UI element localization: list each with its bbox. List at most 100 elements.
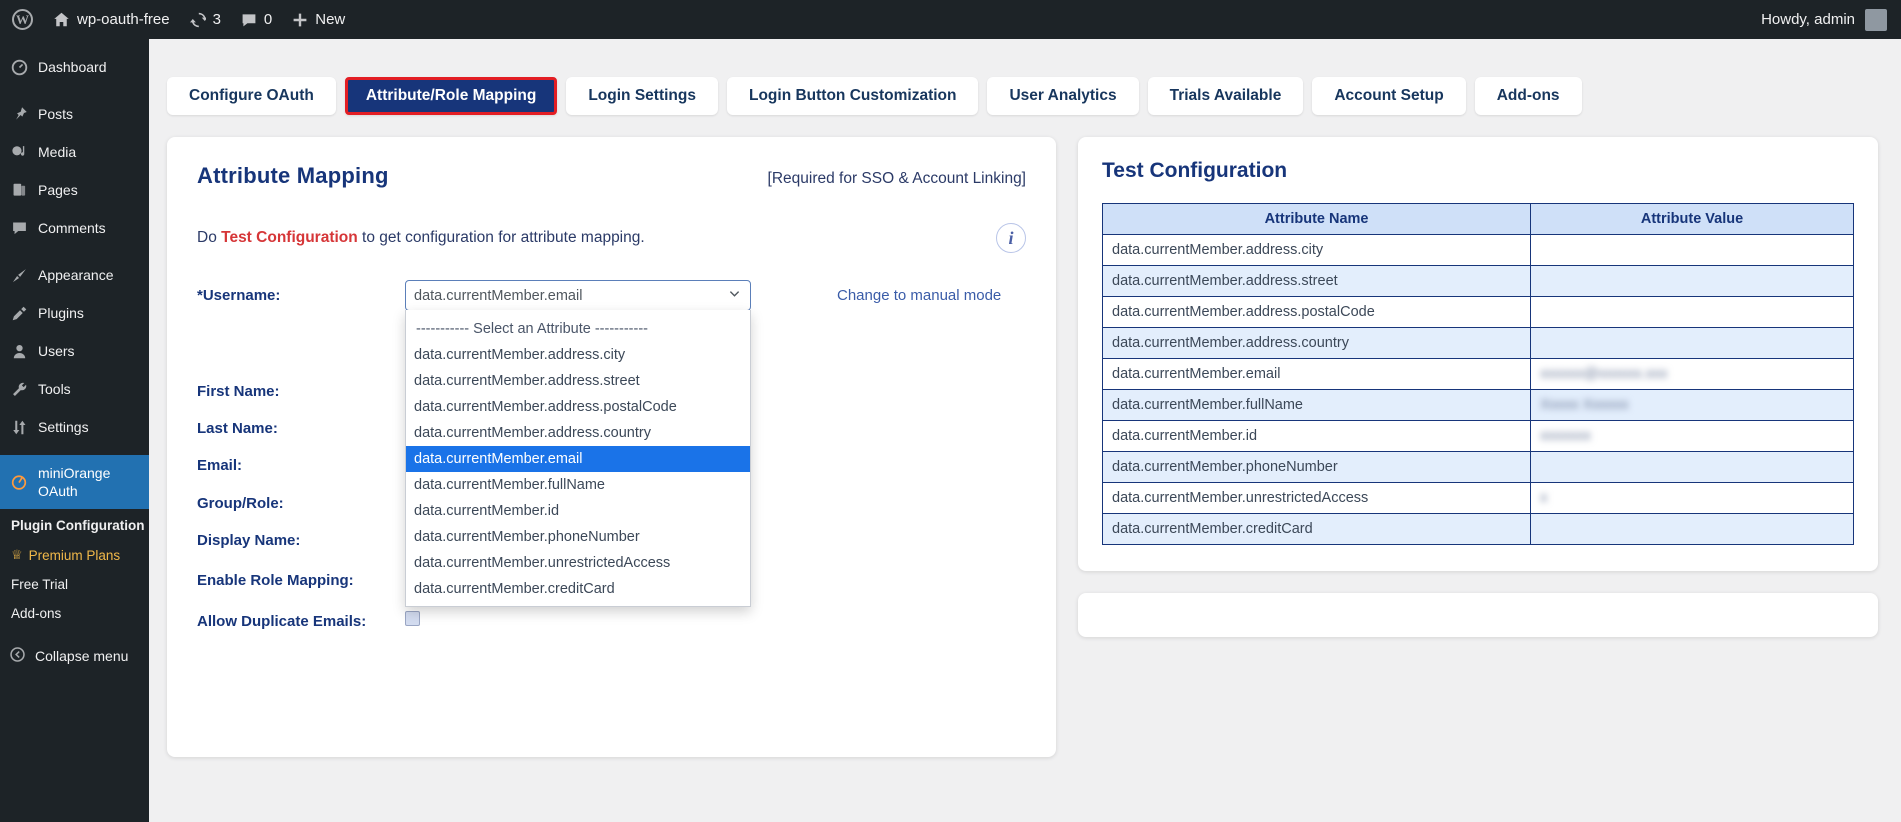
sidebar-item-settings[interactable]: Settings <box>0 408 149 446</box>
dropdown-option-placeholder[interactable]: ----------- Select an Attribute --------… <box>406 316 750 342</box>
dropdown-option[interactable]: data.currentMember.address.postalCode <box>406 394 750 420</box>
test-configuration-link[interactable]: Test Configuration <box>221 229 358 246</box>
sidebar-item-plugins[interactable]: Plugins <box>0 294 149 332</box>
username-select[interactable]: data.currentMember.email <box>405 280 751 311</box>
allow-duplicate-emails-checkbox[interactable] <box>405 611 420 626</box>
attribute-name-cell: data.currentMember.creditCard <box>1101 513 1532 545</box>
menu-spacer-1 <box>0 86 149 95</box>
sidebar-item-media[interactable]: Media <box>0 133 149 171</box>
attribute-value-cell: x <box>1530 482 1854 514</box>
tab-add-ons[interactable]: Add-ons <box>1474 77 1582 115</box>
plug-icon <box>9 303 29 323</box>
sidebar-item-miniorange-oauth[interactable]: miniOrange OAuth <box>0 455 149 510</box>
comments-button[interactable]: 0 <box>231 0 282 39</box>
howdy-label[interactable]: Howdy, admin <box>1761 11 1855 28</box>
submenu-item-add-ons[interactable]: Add-ons <box>0 599 149 628</box>
first-name-label: First Name: <box>197 383 280 400</box>
avatar[interactable] <box>1865 8 1887 31</box>
attribute-name-cell: data.currentMember.address.street <box>1101 265 1532 297</box>
dropdown-option[interactable]: data.currentMember.address.country <box>406 420 750 446</box>
submenu-label: Add-ons <box>11 606 62 622</box>
tab-login-settings[interactable]: Login Settings <box>566 77 718 115</box>
table-row: data.currentMember.address.city <box>1101 234 1854 266</box>
dropdown-option-selected[interactable]: data.currentMember.email <box>406 446 750 472</box>
secondary-panel <box>1078 593 1878 637</box>
tab-configure-oauth[interactable]: Configure OAuth <box>167 77 336 115</box>
updates-icon <box>189 12 206 28</box>
dropdown-option[interactable]: data.currentMember.creditCard <box>406 576 750 602</box>
tab-login-button-customization[interactable]: Login Button Customization <box>726 77 979 115</box>
admin-sidebar: Dashboard Posts Media Pages Comments App… <box>0 39 149 822</box>
sidebar-label: Comments <box>38 219 106 236</box>
media-icon <box>9 142 29 162</box>
attribute-value-cell: Xxxxx Xxxxxx <box>1530 389 1854 421</box>
table-row: data.currentMember.fullName Xxxxx Xxxxxx <box>1101 389 1854 421</box>
dropdown-option[interactable]: data.currentMember.phoneNumber <box>406 524 750 550</box>
sliders-icon <box>9 417 29 437</box>
new-content-button[interactable]: New <box>282 0 355 39</box>
allow-duplicate-emails-field <box>405 611 751 631</box>
redacted-value: Xxxxx Xxxxxx <box>1540 397 1629 413</box>
page-scrollbar[interactable] <box>1892 39 1901 822</box>
sidebar-item-comments[interactable]: Comments <box>0 209 149 247</box>
tab-trials-available[interactable]: Trials Available <box>1147 77 1304 115</box>
attribute-value-cell <box>1530 296 1854 328</box>
chevron-down-icon <box>727 286 742 305</box>
test-configuration-table: Attribute Name Attribute Value data.curr… <box>1101 203 1854 545</box>
dropdown-option[interactable]: data.currentMember.address.street <box>406 368 750 394</box>
wp-admin-bar: W wp-oauth-free 3 0 New Howdy, admin <box>0 0 1901 39</box>
attribute-name-cell: data.currentMember.address.city <box>1101 234 1532 266</box>
sidebar-item-dashboard[interactable]: Dashboard <box>0 48 149 86</box>
tab-label: Add-ons <box>1496 87 1560 104</box>
sidebar-label: Appearance <box>38 266 114 283</box>
sidebar-label: Users <box>38 342 75 359</box>
submenu-item-free-trial[interactable]: Free Trial <box>0 570 149 599</box>
updates-button[interactable]: 3 <box>180 0 231 39</box>
change-to-manual-mode-link[interactable]: Change to manual mode <box>751 287 1001 304</box>
attribute-value-cell <box>1530 451 1854 483</box>
info-icon-label: i <box>1008 227 1014 248</box>
sidebar-label: Pages <box>38 181 78 198</box>
last-name-label: Last Name: <box>197 420 278 437</box>
dropdown-option[interactable]: data.currentMember.address.city <box>406 342 750 368</box>
redacted-value: xxxxxxx <box>1540 428 1591 444</box>
redacted-value: xxxxxx@xxxxxx.xxx <box>1540 366 1668 382</box>
submenu-item-plugin-configuration[interactable]: Plugin Configuration <box>0 511 149 540</box>
crown-icon: ♕ <box>11 547 23 563</box>
tab-attribute-role-mapping[interactable]: Attribute/Role Mapping <box>344 77 558 115</box>
info-icon[interactable]: i <box>996 223 1026 253</box>
pin-icon <box>9 104 29 124</box>
tab-user-analytics[interactable]: User Analytics <box>987 77 1139 115</box>
tab-label: Configure OAuth <box>189 87 314 104</box>
site-name-button[interactable]: wp-oauth-free <box>43 0 180 39</box>
allow-duplicate-emails-row: Allow Duplicate Emails: <box>197 611 1026 631</box>
attribute-value-cell <box>1530 327 1854 359</box>
test-configuration-title: Test Configuration <box>1102 159 1288 182</box>
attribute-value-cell <box>1530 513 1854 545</box>
miniorange-submenu: Plugin Configuration ♕ Premium Plans Fre… <box>0 509 149 637</box>
dropdown-option[interactable]: data.currentMember.fullName <box>406 472 750 498</box>
tab-label: Attribute/Role Mapping <box>365 87 537 104</box>
sidebar-item-pages[interactable]: Pages <box>0 171 149 209</box>
sidebar-item-appearance[interactable]: Appearance <box>0 256 149 294</box>
main-content: Configure OAuth Attribute/Role Mapping L… <box>149 39 1901 822</box>
sidebar-item-posts[interactable]: Posts <box>0 95 149 133</box>
sidebar-item-users[interactable]: Users <box>0 332 149 370</box>
dashboard-icon <box>9 57 29 77</box>
collapse-menu-button[interactable]: Collapse menu <box>0 636 149 676</box>
group-role-label: Group/Role: <box>197 495 284 512</box>
attribute-name-cell: data.currentMember.address.postalCode <box>1101 296 1532 328</box>
column-header-attribute-value: Attribute Value <box>1530 203 1854 235</box>
dropdown-option[interactable]: data.currentMember.unrestrictedAccess <box>406 550 750 576</box>
tab-account-setup[interactable]: Account Setup <box>1312 77 1466 115</box>
wrench-icon <box>9 379 29 399</box>
wordpress-logo-button[interactable]: W <box>0 0 43 39</box>
instruction-suffix: to get configuration for attribute mappi… <box>357 229 645 246</box>
sidebar-label: Media <box>38 143 77 160</box>
sidebar-item-tools[interactable]: Tools <box>0 370 149 408</box>
dropdown-option[interactable]: data.currentMember.id <box>406 498 750 524</box>
tab-bar: Configure OAuth Attribute/Role Mapping L… <box>149 39 1901 115</box>
table-row: data.currentMember.address.country <box>1101 327 1854 359</box>
submenu-item-premium-plans[interactable]: ♕ Premium Plans <box>0 540 149 570</box>
username-dropdown-list[interactable]: ----------- Select an Attribute --------… <box>405 310 751 607</box>
